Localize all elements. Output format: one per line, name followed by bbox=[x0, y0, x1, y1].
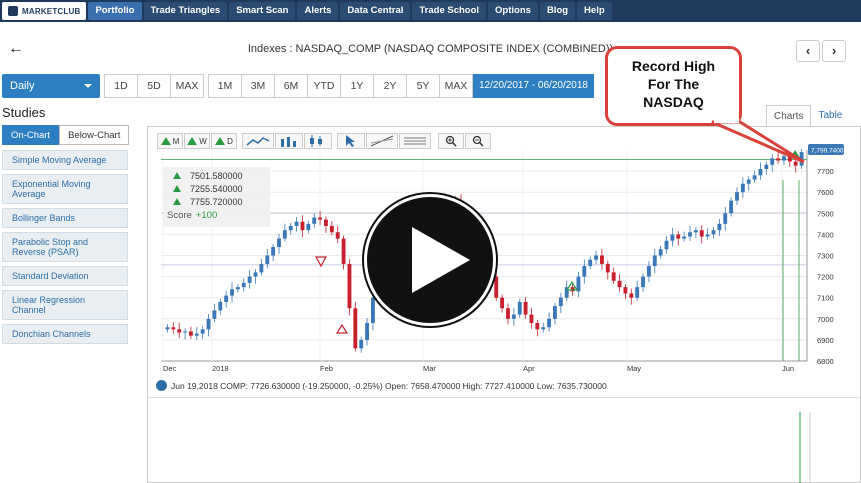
cursor-icon bbox=[346, 135, 355, 147]
weekly-label: W bbox=[199, 136, 207, 146]
range-5y[interactable]: 5Y bbox=[406, 74, 440, 98]
trendline-tool[interactable] bbox=[366, 133, 398, 149]
level-monthly: 7501.580000 bbox=[190, 170, 243, 181]
range-1y[interactable]: 1Y bbox=[340, 74, 374, 98]
fibonacci-icon bbox=[404, 137, 426, 145]
chart-view-tabs: Charts Table bbox=[766, 105, 849, 127]
logo-text: MARKETCLUB bbox=[22, 6, 81, 16]
candlestick-icon bbox=[310, 135, 322, 147]
callout-line-2: For The bbox=[647, 76, 700, 92]
play-icon bbox=[412, 227, 470, 293]
triangle-up-icon bbox=[173, 172, 181, 179]
panel-divider bbox=[148, 397, 860, 398]
nav-trade-school[interactable]: Trade School bbox=[412, 2, 487, 20]
triangle-icon bbox=[215, 137, 226, 145]
range-ytd[interactable]: YTD bbox=[307, 74, 341, 98]
pointer-tool[interactable] bbox=[337, 133, 365, 149]
range-6m[interactable]: 6M bbox=[274, 74, 308, 98]
marketclub-logo[interactable]: MARKETCLUB bbox=[2, 2, 87, 20]
study-psar[interactable]: Parabolic Stop and Reverse (PSAR) bbox=[2, 232, 128, 262]
nav-help[interactable]: Help bbox=[577, 2, 612, 20]
line-chart-tool[interactable] bbox=[242, 133, 274, 149]
bar-chart-tool[interactable] bbox=[275, 133, 303, 149]
study-linreg[interactable]: Linear Regression Channel bbox=[2, 290, 128, 320]
tab-table[interactable]: Table bbox=[811, 105, 849, 127]
quote-text: Jun 19,2018 COMP: 7726.630000 (-19.25000… bbox=[171, 380, 607, 391]
weekly-triangle-tool[interactable]: W bbox=[184, 133, 210, 149]
prev-button[interactable]: ‹ bbox=[796, 40, 820, 62]
interval-value: Daily bbox=[10, 80, 35, 92]
triangle-up-icon bbox=[173, 198, 181, 205]
nav-options[interactable]: Options bbox=[488, 2, 538, 20]
nav-portfolio[interactable]: Portfolio bbox=[88, 2, 142, 20]
range-1d[interactable]: 1D bbox=[104, 74, 138, 98]
tab-charts[interactable]: Charts bbox=[766, 105, 812, 127]
fibonacci-tool[interactable] bbox=[399, 133, 431, 149]
record-high-callout: Record High For The NASDAQ bbox=[605, 46, 742, 126]
zoom-in-button[interactable] bbox=[438, 133, 464, 149]
zoom-in-icon bbox=[445, 135, 457, 147]
monthly-label: M bbox=[172, 136, 180, 146]
range-max-2[interactable]: MAX bbox=[439, 74, 473, 98]
line-chart-icon bbox=[246, 137, 270, 146]
study-sma[interactable]: Simple Moving Average bbox=[2, 150, 128, 170]
level-weekly: 7255.540000 bbox=[190, 183, 243, 194]
daily-triangle-tool[interactable]: D bbox=[211, 133, 237, 149]
next-button[interactable]: › bbox=[822, 40, 846, 62]
chart-icon bbox=[156, 380, 167, 391]
studies-list: Simple Moving Average Exponential Moving… bbox=[2, 150, 128, 348]
triangle-up-icon bbox=[173, 185, 181, 192]
level-row: 7255.540000 bbox=[167, 182, 266, 195]
study-stddev[interactable]: Standard Deviation bbox=[2, 266, 128, 286]
daily-label: D bbox=[227, 136, 233, 146]
study-ema[interactable]: Exponential Moving Average bbox=[2, 174, 128, 204]
callout-line-3: NASDAQ bbox=[643, 94, 704, 110]
level-daily: 7755.720000 bbox=[190, 196, 243, 207]
trendline-icon bbox=[370, 135, 394, 147]
nav-smart-scan[interactable]: Smart Scan bbox=[229, 2, 296, 20]
nav-trade-triangles[interactable]: Trade Triangles bbox=[143, 2, 228, 20]
triangle-icon bbox=[160, 137, 171, 145]
studies-tabs: On-Chart Below-Chart bbox=[2, 125, 130, 145]
score-value: +100 bbox=[195, 210, 218, 221]
quote-status-line: Jun 19,2018 COMP: 7726.630000 (-19.25000… bbox=[156, 380, 607, 391]
level-row: 7755.720000 bbox=[167, 195, 266, 208]
video-play-button[interactable] bbox=[364, 194, 496, 326]
zoom-out-icon bbox=[472, 135, 484, 147]
date-range-picker[interactable]: 12/20/2017 - 06/20/2018 bbox=[473, 74, 594, 98]
trade-triangle-info: 7501.580000 7255.540000 7755.720000 Scor… bbox=[163, 167, 270, 227]
study-donchian[interactable]: Donchian Channels bbox=[2, 324, 128, 344]
logo-icon bbox=[8, 6, 18, 16]
range-2y[interactable]: 2Y bbox=[373, 74, 407, 98]
nav-blog[interactable]: Blog bbox=[539, 2, 576, 20]
bar-chart-icon bbox=[281, 137, 296, 147]
monthly-triangle-tool[interactable]: M bbox=[157, 133, 183, 149]
range-toolbar: Daily 1D 5D MAX 1M 3M 6M YTD 1Y 2Y 5Y MA… bbox=[2, 74, 594, 98]
range-5d[interactable]: 5D bbox=[137, 74, 171, 98]
nav-data-central[interactable]: Data Central bbox=[340, 2, 411, 20]
score-label: Score bbox=[167, 210, 192, 221]
nav-alerts[interactable]: Alerts bbox=[297, 2, 339, 20]
study-bollinger[interactable]: Bollinger Bands bbox=[2, 208, 128, 228]
caret-down-icon bbox=[84, 84, 92, 88]
range-max[interactable]: MAX bbox=[170, 74, 204, 98]
studies-heading: Studies bbox=[2, 105, 46, 120]
tab-below-chart[interactable]: Below-Chart bbox=[59, 125, 130, 145]
level-row: 7501.580000 bbox=[167, 169, 266, 182]
range-1m[interactable]: 1M bbox=[208, 74, 242, 98]
callout-line-1: Record High bbox=[631, 58, 716, 74]
top-nav: MARKETCLUB Portfolio Trade Triangles Sma… bbox=[0, 0, 861, 22]
interval-select[interactable]: Daily bbox=[2, 74, 100, 98]
zoom-out-button[interactable] bbox=[465, 133, 491, 149]
range-3m[interactable]: 3M bbox=[241, 74, 275, 98]
chart-tools: M W D bbox=[157, 133, 492, 149]
tab-on-chart[interactable]: On-Chart bbox=[2, 125, 60, 145]
triangle-icon bbox=[187, 137, 198, 145]
score: Score +100 bbox=[167, 210, 266, 221]
candle-chart-tool[interactable] bbox=[304, 133, 332, 149]
